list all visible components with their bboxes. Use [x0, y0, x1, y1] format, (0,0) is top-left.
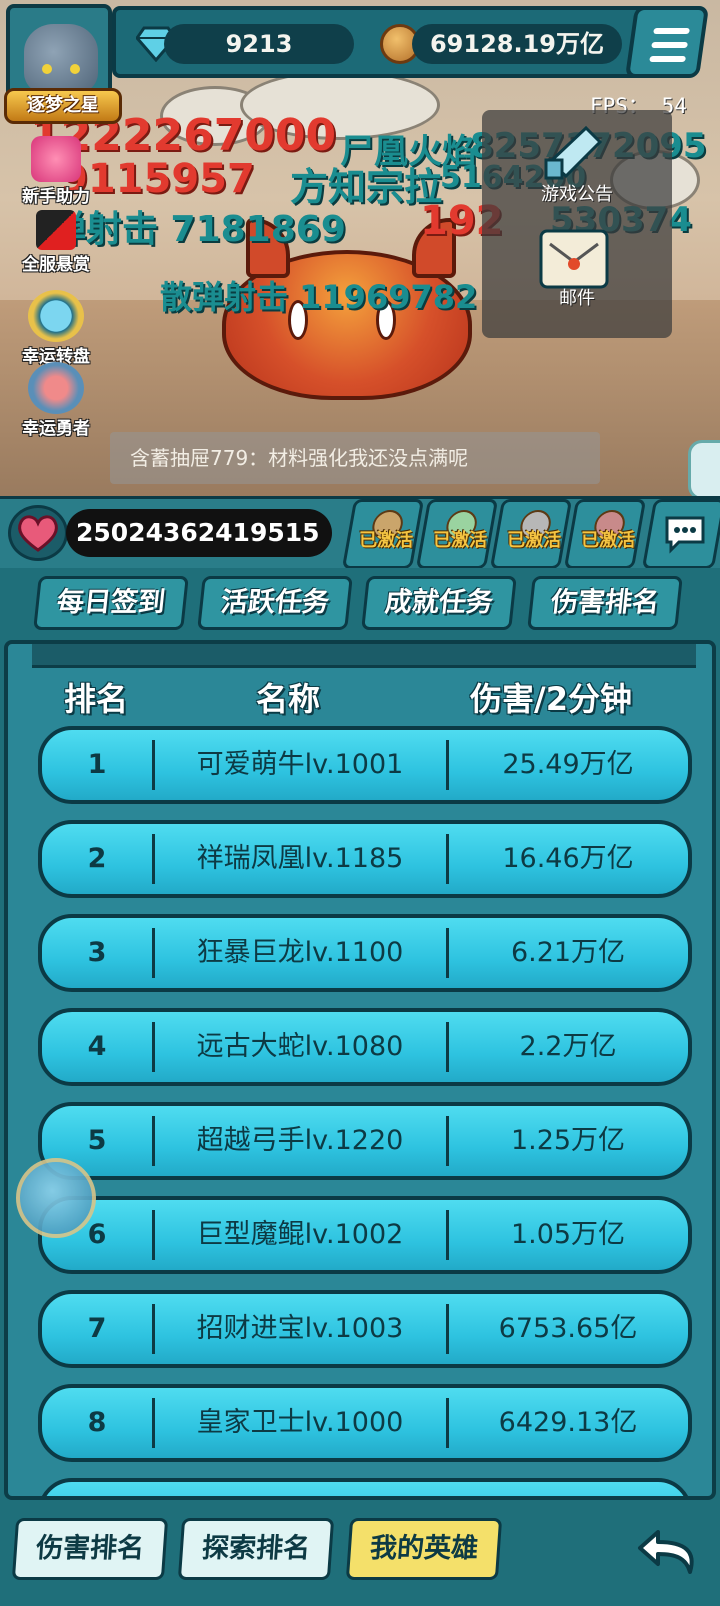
damage-cell: 6429.13亿: [498, 1407, 638, 1438]
damage-cell: 25.49万亿: [502, 749, 634, 780]
header-name: 名称: [256, 680, 321, 718]
side-icon-bounty[interactable]: 全服悬赏: [6, 210, 106, 275]
rank-cell: 8: [87, 1407, 107, 1438]
header-rank: 排名: [64, 680, 129, 718]
damage-cell: 6753.65亿: [498, 1313, 638, 1344]
damage-cell: 16.46万亿: [502, 843, 634, 874]
ranking-row-partial[interactable]: [38, 1478, 692, 1496]
panel-top-strip: [32, 644, 696, 668]
announcement-label[interactable]: 游戏公告: [482, 180, 672, 206]
ranking-row[interactable]: 5 超越弓手lv.1220 1.25万亿: [38, 1102, 692, 1180]
rank-cell: 1: [87, 749, 107, 780]
gem-count: 9213: [164, 24, 354, 64]
rank-cell: 4: [87, 1031, 107, 1062]
ranking-row[interactable]: 7 招财进宝lv.1003 6753.65亿: [38, 1290, 692, 1368]
side-icon-hero[interactable]: 幸运勇者: [6, 362, 106, 439]
wheel-icon: [28, 290, 84, 342]
name-cell: 招财进宝lv.1003: [196, 1313, 404, 1344]
rank-cell: 3: [87, 937, 107, 968]
ranking-row[interactable]: 1 可爱萌牛lv.1001 25.49万亿: [38, 726, 692, 804]
announcement-icon[interactable]: [542, 122, 606, 182]
name-cell: 巨型魔鲲lv.1002: [196, 1219, 404, 1250]
hero-icon: [28, 362, 84, 414]
name-cell: 超越弓手lv.1220: [196, 1125, 404, 1156]
name-cell: 祥瑞凤凰lv.1185: [196, 843, 404, 874]
damage-ranking-panel: 排名 名称 伤害/2分钟 1 可爱萌牛lv.1001 25.49万亿 2 祥瑞凤…: [4, 640, 716, 1500]
header-damage: 伤害/2分钟: [470, 680, 632, 718]
side-icon-label: 新手助力: [22, 187, 90, 207]
damage-text: 散弹射击 11969782: [160, 278, 478, 316]
buff-status: 已激活: [433, 530, 488, 551]
battle-scene: 1222267000 尸凰火焰 8257172095 9115957 方知宗拉 …: [0, 0, 720, 570]
tab-daily-signin[interactable]: 每日签到: [33, 576, 189, 630]
gold-count: 69128.19万亿: [412, 24, 622, 64]
side-icon-newbie[interactable]: 新手助力: [6, 136, 106, 207]
name-cell: 皇家卫士lv.1000: [196, 1407, 404, 1438]
buff-slot[interactable]: 已激活: [563, 499, 647, 569]
floating-helper-icon[interactable]: [16, 1158, 96, 1238]
damage-cell: 6.21万亿: [510, 937, 626, 968]
chat-button[interactable]: [641, 499, 720, 569]
mail-icon[interactable]: [538, 228, 610, 290]
name-cell: 远古大蛇lv.1080: [196, 1031, 404, 1062]
side-icon-wheel[interactable]: 幸运转盘: [6, 290, 106, 367]
ranking-row[interactable]: 8 皇家卫士lv.1000 6429.13亿: [38, 1384, 692, 1462]
bottom-nav: 伤害排名 探索排名 我的英雄: [0, 1500, 720, 1606]
gift-icon: [31, 136, 81, 182]
bounty-icon: [36, 210, 76, 250]
damage-cell: 1.05万亿: [510, 1219, 626, 1250]
heart-icon: [8, 505, 68, 561]
tab-damage-ranking[interactable]: 伤害排名: [527, 576, 683, 630]
buff-status: 已激活: [581, 530, 636, 551]
side-pull-tab[interactable]: [688, 440, 720, 500]
back-arrow-icon[interactable]: [636, 1524, 706, 1580]
currency-bar: 9213 69128.19万亿: [112, 6, 652, 78]
boss-hp-value: 25024362419515: [66, 509, 332, 557]
task-tab-bar: 每日签到 活跃任务 成就任务 伤害排名: [0, 568, 720, 638]
menu-icon: [653, 28, 690, 34]
side-icon-label: 全服悬赏: [22, 255, 90, 275]
rank-badge: 逐梦之星: [4, 88, 122, 124]
ranking-row[interactable]: 3 狂暴巨龙lv.1100 6.21万亿: [38, 914, 692, 992]
ranking-row[interactable]: 2 祥瑞凤凰lv.1185 16.46万亿: [38, 820, 692, 898]
menu-button[interactable]: [624, 6, 710, 78]
bottom-tab-my-heroes[interactable]: 我的英雄: [345, 1518, 503, 1580]
buff-slot[interactable]: 已激活: [489, 499, 573, 569]
ranking-row[interactable]: 4 远古大蛇lv.1080 2.2万亿: [38, 1008, 692, 1086]
notice-panel: 游戏公告 邮件: [482, 110, 672, 338]
name-cell: 可爱萌牛lv.1001: [196, 749, 404, 780]
bottom-tab-explore-ranking[interactable]: 探索排名: [177, 1518, 335, 1580]
buff-slot[interactable]: 已激活: [341, 499, 425, 569]
damage-cell: 2.2万亿: [519, 1031, 617, 1062]
ranking-row[interactable]: 6 巨型魔鲲lv.1002 1.05万亿: [38, 1196, 692, 1274]
dragon-avatar-icon: [24, 24, 98, 94]
rank-cell: 2: [87, 843, 107, 874]
buff-status: 已激活: [359, 530, 414, 551]
bottom-tab-damage-ranking[interactable]: 伤害排名: [11, 1518, 169, 1580]
damage-cell: 1.25万亿: [510, 1125, 626, 1156]
rank-cell: 7: [87, 1313, 107, 1344]
buff-status: 已激活: [507, 530, 562, 551]
mail-label[interactable]: 邮件: [482, 284, 672, 310]
chat-bubble-icon: [665, 516, 705, 554]
name-cell: 狂暴巨龙lv.1100: [196, 937, 404, 968]
boss-hp-bar: 25024362419515 已激活 已激活 已激活 已激活: [0, 496, 720, 569]
buff-slot[interactable]: 已激活: [415, 499, 499, 569]
tab-achievements[interactable]: 成就任务: [361, 576, 517, 630]
side-icon-label: 幸运勇者: [22, 419, 90, 439]
tab-active-tasks[interactable]: 活跃任务: [197, 576, 353, 630]
world-chat-message[interactable]: 含蓄抽屉779：材料强化我还没点满呢: [110, 432, 600, 484]
